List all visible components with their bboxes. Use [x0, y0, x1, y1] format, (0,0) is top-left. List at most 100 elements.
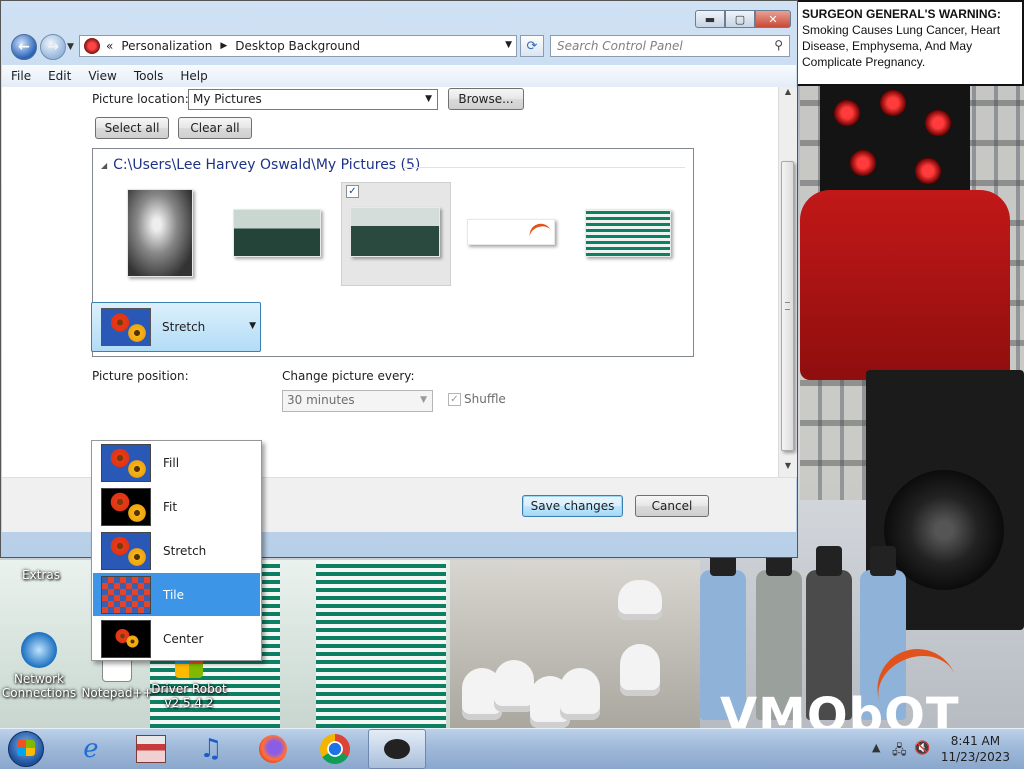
extras-label: Extras — [22, 568, 60, 582]
gallery-item-portrait[interactable] — [127, 189, 193, 277]
chrome-icon[interactable] — [306, 729, 364, 769]
interval-value: 30 minutes — [287, 393, 355, 407]
close-button[interactable]: ✕ — [755, 10, 791, 28]
speaker-head — [820, 80, 970, 200]
gallery-item-selected-bg[interactable]: ✓ — [341, 182, 451, 286]
control-panel-icon — [84, 38, 100, 54]
address-row: ← → ▼ « Personalization ▶ Desktop Backgr… — [1, 33, 797, 61]
content-area: Picture location: My Pictures ▼ Browse..… — [2, 87, 778, 477]
address-bar[interactable]: « Personalization ▶ Desktop Background ▼ — [79, 35, 517, 57]
select-all-button[interactable]: Select all — [95, 117, 169, 139]
gallery-group-header[interactable]: ◢ C:\Users\Lee Harvey Oswald\My Pictures… — [101, 157, 420, 173]
gallery-item-skibidi-1[interactable] — [233, 209, 321, 257]
firefox-icon[interactable] — [244, 729, 302, 769]
position-option-label: Fit — [163, 499, 178, 514]
clear-all-button[interactable]: Clear all — [178, 117, 252, 139]
shuffle-checkbox[interactable]: ✓ — [448, 393, 461, 406]
picture-location-select[interactable]: My Pictures ▼ — [188, 89, 438, 110]
position-option-label: Tile — [163, 587, 185, 602]
minimize-button[interactable]: ▬ — [695, 10, 725, 28]
picture-position-value: Stretch — [162, 320, 206, 334]
app-store-icon[interactable] — [122, 729, 180, 769]
scroll-down-icon[interactable]: ▼ — [779, 461, 797, 477]
notepadpp-label: Notepad++ — [81, 686, 153, 700]
position-option-label: Fill — [163, 455, 180, 470]
chevron-down-icon: ▼ — [249, 321, 256, 331]
search-placeholder: Search Control Panel — [557, 39, 683, 53]
recent-pages-dropdown-icon[interactable]: ▼ — [67, 42, 74, 52]
cancel-button[interactable]: Cancel — [635, 495, 709, 517]
picture-location-value: My Pictures — [193, 92, 262, 106]
internet-explorer-icon[interactable]: ℯ — [62, 729, 120, 769]
tile-preview-icon — [101, 575, 151, 614]
picture-position-select[interactable]: Stretch ▼ — [91, 302, 261, 352]
fill-preview-icon — [101, 443, 151, 482]
refresh-button[interactable]: ⟳ — [520, 35, 544, 57]
picture-position-dropdown: Fill Fit Stretch Tile Center — [91, 440, 262, 661]
save-changes-button[interactable]: Save changes — [522, 495, 623, 517]
menu-help[interactable]: Help — [171, 69, 215, 83]
clock-date: 11/23/2023 — [940, 750, 1010, 764]
warning-text: Smoking Causes Lung Cancer, Heart Diseas… — [802, 23, 1001, 69]
network-icon — [21, 632, 57, 668]
menu-view[interactable]: View — [79, 69, 124, 83]
search-input[interactable]: Search Control Panel ⚲ — [550, 35, 790, 57]
desktop-icon-network[interactable]: Network Connections — [0, 632, 78, 700]
menu-bar: File Edit View Tools Help — [2, 65, 796, 88]
chevron-down-icon: ▼ — [420, 395, 427, 405]
forward-button[interactable]: → — [40, 34, 66, 60]
toilets-scene — [450, 560, 700, 728]
collapse-icon[interactable]: ◢ — [101, 161, 107, 170]
wallpaper-text: VMObOT — [720, 688, 960, 728]
group-divider — [403, 167, 685, 168]
breadcrumb-prefix[interactable]: « — [106, 39, 113, 53]
network-label: Network Connections — [1, 672, 77, 700]
menu-file[interactable]: File — [2, 69, 39, 83]
windows-logo-icon — [17, 740, 35, 756]
network-tray-icon[interactable]: 🖧 — [892, 741, 907, 763]
show-hidden-icons[interactable]: ▲ — [872, 741, 880, 754]
gallery-group-title: C:\Users\Lee Harvey Oswald\My Pictures (… — [113, 157, 421, 173]
clock[interactable]: 8:41 AM 11/23/2023 — [941, 733, 1010, 765]
clock-time: 8:41 AM — [950, 734, 1001, 748]
position-option-fit[interactable]: Fit — [93, 485, 260, 528]
position-option-center[interactable]: Center — [93, 617, 260, 660]
scroll-up-icon[interactable]: ▲ — [779, 87, 797, 103]
scroll-thumb[interactable] — [781, 161, 794, 451]
volume-muted-icon[interactable]: 🔇 — [914, 741, 930, 756]
menu-tools[interactable]: Tools — [125, 69, 172, 83]
position-option-tile[interactable]: Tile — [93, 573, 260, 616]
chevron-down-icon: ▼ — [425, 94, 432, 104]
itunes-icon[interactable]: ♫ — [182, 729, 240, 769]
gallery-item-newport[interactable] — [585, 209, 671, 257]
painter-app-icon[interactable] — [368, 729, 426, 769]
stretch-preview-icon — [101, 531, 151, 570]
driver-robot-label: Driver Robot v2.5.4.2 — [151, 682, 227, 710]
breadcrumb-personalization[interactable]: Personalization — [121, 39, 212, 53]
gallery-item-skibidi-2[interactable] — [350, 207, 440, 257]
search-icon[interactable]: ⚲ — [774, 38, 783, 52]
maximize-button[interactable]: ▢ — [725, 10, 755, 28]
interval-select[interactable]: 30 minutes ▼ — [282, 390, 433, 412]
browse-button[interactable]: Browse... — [448, 88, 524, 110]
picture-location-label: Picture location: — [92, 92, 189, 106]
position-option-fill[interactable]: Fill — [93, 441, 260, 484]
center-preview-icon — [101, 619, 151, 658]
back-button[interactable]: ← — [11, 34, 37, 60]
warning-title: SURGEON GENERAL'S WARNING: — [802, 7, 1001, 21]
gallery-item-swoosh[interactable] — [467, 219, 555, 245]
position-option-stretch[interactable]: Stretch — [93, 529, 260, 572]
address-dropdown-icon[interactable]: ▼ — [505, 40, 512, 50]
position-option-label: Center — [163, 631, 204, 646]
desktop-icon-extras[interactable]: Extras — [2, 568, 80, 582]
gallery-item-checkbox[interactable]: ✓ — [346, 185, 359, 198]
vertical-scrollbar[interactable]: ▲ ▼ — [778, 87, 797, 477]
breadcrumb-desktop-background[interactable]: Desktop Background — [235, 39, 360, 53]
chevron-right-icon[interactable]: ▶ — [220, 41, 227, 51]
picture-position-label: Picture position: — [92, 369, 189, 383]
title-buttons: ▬ ▢ ✕ — [695, 10, 791, 28]
start-button[interactable] — [4, 729, 50, 769]
menu-edit[interactable]: Edit — [39, 69, 79, 83]
change-picture-label: Change picture every: — [282, 369, 415, 383]
stretch-preview-icon — [101, 308, 151, 346]
